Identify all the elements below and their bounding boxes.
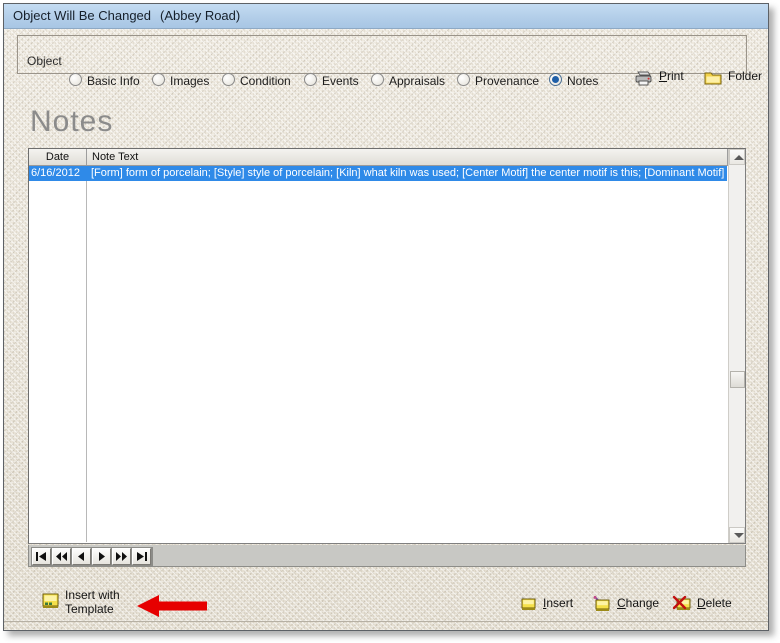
radio-label: Notes [567, 74, 599, 88]
ok-accel: O [536, 628, 545, 630]
help-label: Help [699, 628, 724, 630]
column-divider-line [86, 166, 87, 542]
radio-label: Appraisals [389, 74, 446, 88]
cell-date: 6/16/2012 [31, 167, 80, 179]
red-x-icon [593, 630, 610, 631]
radio-notes[interactable]: Notes [549, 73, 598, 88]
nav-last-record-button[interactable] [132, 548, 151, 565]
object-groupbox-legend: Object [24, 54, 65, 68]
change-label: Change [617, 596, 660, 610]
radio-indicator-icon [304, 73, 317, 86]
window-titlebar: Object Will Be Changed (Abbey Road) [4, 4, 768, 29]
insert-button[interactable]: Insert [520, 596, 573, 615]
cell-note-text: [Form] form of porcelain; [Style] style … [91, 167, 727, 179]
notes-list[interactable]: Date Note Text 6/16/2012 [Form] form of … [28, 148, 746, 544]
action-button-strip: Insert with Template Insert Change Delet… [4, 574, 768, 622]
radio-indicator-icon [69, 73, 82, 86]
delete-accel: D [697, 596, 706, 610]
record-navigator-bar [28, 545, 746, 567]
delete-icon [672, 596, 692, 615]
table-row[interactable]: 6/16/2012 [Form] form of porcelain; [Sty… [29, 166, 727, 181]
radio-condition[interactable]: Condition [222, 73, 291, 88]
radio-appraisals[interactable]: Appraisals [371, 73, 445, 88]
dialog-body: Object Basic Info Images Condition Event… [4, 29, 768, 631]
change-button[interactable]: Change [592, 596, 659, 615]
scroll-up-arrow-icon[interactable] [729, 149, 745, 165]
nav-next-record-button[interactable] [92, 548, 111, 565]
radio-indicator-icon [371, 73, 384, 86]
radio-provenance[interactable]: Provenance [457, 73, 539, 88]
radio-basic-info[interactable]: Basic Info [69, 73, 140, 88]
cancel-button[interactable]: Cancel [593, 628, 652, 631]
insert-icon [520, 596, 538, 615]
print-accel: P [659, 69, 668, 83]
object-dialog-window: Object Will Be Changed (Abbey Road) Objec… [3, 3, 769, 631]
insert-label: Insert [543, 596, 574, 610]
radio-indicator-icon [457, 73, 470, 86]
checkmark-icon [514, 630, 531, 631]
window-title: Object Will Be Changed [13, 8, 152, 23]
radio-label: Condition [240, 74, 291, 88]
radio-images[interactable]: Images [152, 73, 209, 88]
help-button[interactable]: ? Help [680, 628, 724, 631]
delete-button[interactable]: Delete [672, 596, 732, 615]
notes-list-header: Date Note Text [29, 149, 745, 166]
folder-icon [704, 70, 723, 89]
insert-accel: I [543, 596, 547, 610]
cancel-label: Cancel [615, 628, 652, 630]
svg-text:?: ? [681, 629, 690, 631]
radio-label: Basic Info [87, 74, 140, 88]
column-header-date[interactable]: Date [29, 149, 87, 165]
nav-prev-page-button[interactable] [52, 548, 71, 565]
window-subtitle: (Abbey Road) [160, 8, 241, 23]
print-button[interactable]: Print [634, 69, 684, 90]
print-label: Print [659, 69, 684, 83]
insert-with-template-label: Insert with Template [65, 588, 120, 616]
nav-first-record-button[interactable] [32, 548, 51, 565]
insert-with-template-button[interactable]: Insert with Template [42, 588, 120, 616]
change-icon [592, 596, 612, 615]
insert-with-template-line2: Template [65, 602, 114, 616]
folder-button[interactable]: Folder [704, 69, 762, 89]
nav-prev-record-button[interactable] [72, 548, 91, 565]
insert-with-template-line1: Insert with [65, 588, 120, 602]
ok-button[interactable]: OK [514, 628, 553, 631]
scrollbar-thumb[interactable] [730, 371, 745, 388]
radio-indicator-icon [152, 73, 165, 86]
ok-label: OK [536, 628, 553, 630]
question-mark-icon: ? [680, 629, 694, 631]
cancel-accel: C [615, 628, 624, 630]
status-bar: Last Updated:4/14/200915:37byadmin OK Ca… [4, 622, 768, 631]
column-header-note-text[interactable]: Note Text [87, 149, 728, 165]
radio-indicator-icon [222, 73, 235, 86]
insert-template-icon [42, 592, 60, 612]
nav-next-page-button[interactable] [112, 548, 131, 565]
folder-label: Folder [728, 69, 763, 83]
help-accel: H [699, 628, 708, 630]
vertical-scrollbar[interactable] [728, 149, 745, 543]
radio-label: Provenance [475, 74, 540, 88]
window-title-text: Object Will Be Changed (Abbey Road) [13, 8, 240, 23]
radio-events[interactable]: Events [304, 73, 359, 88]
radio-label: Images [170, 74, 210, 88]
page-title: Notes [30, 105, 114, 138]
scroll-down-arrow-icon[interactable] [729, 527, 745, 543]
printer-icon [634, 70, 654, 90]
delete-label: Delete [697, 596, 732, 610]
record-navigator-buttons [31, 547, 153, 566]
change-accel: C [617, 596, 626, 610]
radio-indicator-icon [549, 73, 562, 86]
radio-label: Events [322, 74, 359, 88]
